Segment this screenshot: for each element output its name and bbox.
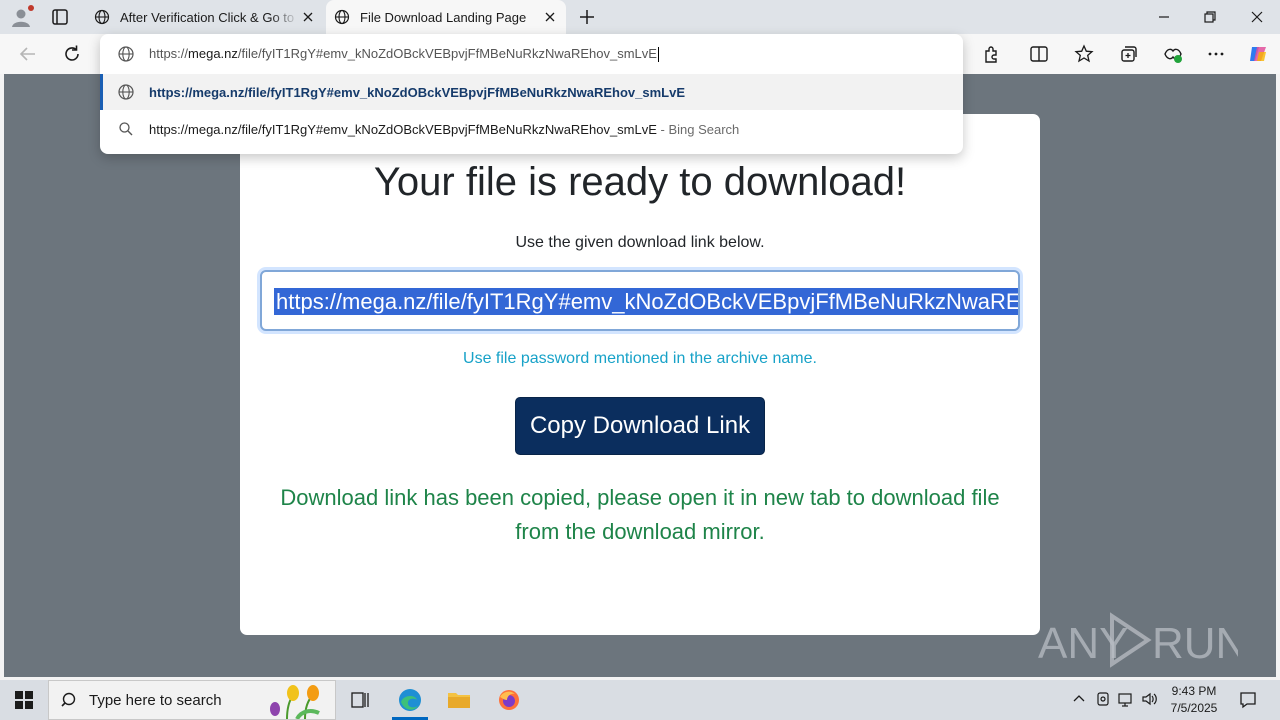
windows-logo-icon	[15, 691, 33, 709]
tab-after-verification[interactable]: After Verification Click & Go to Downloa…	[86, 0, 324, 34]
copy-download-link-button[interactable]: Copy Download Link	[515, 397, 765, 455]
globe-icon	[118, 84, 134, 100]
taskbar: Type here to search 9:43 PM 7/5/2025	[0, 680, 1280, 720]
flowers-decoration-icon	[270, 685, 320, 719]
close-tab-icon[interactable]	[298, 7, 318, 27]
taskbar-clock[interactable]: 9:43 PM 7/5/2025	[1158, 683, 1230, 717]
network-icon[interactable]	[1117, 690, 1135, 708]
svg-text:RUN: RUN	[1152, 619, 1238, 668]
download-link-field[interactable]: https://mega.nz/file/fyIT1RgY#emv_kNoZdO…	[260, 270, 1020, 331]
browser-essentials-icon[interactable]	[1162, 43, 1184, 65]
split-screen-icon[interactable]	[1028, 43, 1050, 65]
download-link-value[interactable]: https://mega.nz/file/fyIT1RgY#emv_kNoZdO…	[274, 288, 1018, 315]
folder-icon	[448, 693, 470, 708]
url-path: /file/fyIT1RgY#emv_kNoZdOBckVEBpvjFfMBeN…	[237, 45, 657, 61]
globe-icon	[334, 9, 350, 25]
close-window-icon[interactable]	[1247, 7, 1267, 27]
copied-confirmation: Download link has been copied, please op…	[280, 485, 1000, 544]
suggestion-search[interactable]: https://mega.nz/file/fyIT1RgY#emv_kNoZdO…	[100, 111, 963, 147]
minimize-icon[interactable]	[1154, 7, 1174, 27]
firefox-icon	[499, 690, 519, 710]
anyrun-watermark-logo: ANY RUN	[1038, 612, 1238, 668]
volume-icon[interactable]	[1141, 690, 1159, 708]
suggestion-provider: - Bing Search	[656, 121, 740, 137]
browser-viewport: Your file is ready to download! Use the …	[0, 74, 1280, 680]
page-title: Your file is ready to download!	[373, 160, 907, 204]
refresh-icon[interactable]	[61, 43, 83, 65]
taskbar-file-explorer[interactable]	[435, 680, 483, 720]
suggestion-query: https://mega.nz/file/fyIT1RgY#emv_kNoZdO…	[149, 121, 657, 137]
start-button[interactable]	[0, 680, 48, 720]
extensions-icon[interactable]	[980, 43, 1002, 65]
back-arrow-icon[interactable]	[17, 43, 39, 65]
url-scheme: https://	[149, 45, 189, 61]
address-input[interactable]: https://mega.nz/file/fyIT1RgY#emv_kNoZdO…	[149, 45, 659, 63]
page-background: Your file is ready to download! Use the …	[4, 74, 1276, 677]
close-tab-icon[interactable]	[540, 7, 560, 27]
password-hint: Use file password mentioned in the archi…	[463, 350, 817, 367]
address-bar-dropdown: https://mega.nz/file/fyIT1RgY#emv_kNoZdO…	[100, 34, 963, 154]
search-icon	[119, 122, 133, 136]
taskbar-firefox[interactable]	[485, 680, 533, 720]
address-bar[interactable]: https://mega.nz/file/fyIT1RgY#emv_kNoZdO…	[100, 36, 963, 72]
text-caret	[657, 47, 659, 63]
favorites-icon[interactable]	[1073, 43, 1095, 65]
security-icon[interactable]	[1094, 690, 1112, 708]
suggestion-text: https://mega.nz/file/fyIT1RgY#emv_kNoZdO…	[149, 122, 739, 137]
tab-title: After Verification Click & Go to Downloa…	[120, 9, 298, 25]
tab-strip: After Verification Click & Go to Downloa…	[0, 0, 1280, 34]
search-placeholder: Type here to search	[89, 691, 222, 709]
restore-icon[interactable]	[1200, 7, 1220, 27]
edge-icon	[399, 689, 421, 711]
tab-file-download-landing[interactable]: File Download Landing Page	[326, 0, 566, 34]
show-hidden-icons-icon[interactable]	[1070, 690, 1088, 708]
notification-center-icon[interactable]	[1238, 690, 1258, 710]
task-view-icon	[351, 692, 369, 708]
clock-date: 7/5/2025	[1170, 701, 1218, 715]
download-card: Your file is ready to download! Use the …	[240, 114, 1040, 635]
more-options-icon[interactable]	[1205, 43, 1227, 65]
tab-title: File Download Landing Page	[360, 9, 527, 25]
taskbar-edge[interactable]	[386, 680, 434, 720]
taskbar-search-box[interactable]: Type here to search	[48, 680, 336, 720]
tab-actions-icon[interactable]	[50, 7, 70, 27]
instruction-text: Use the given download link below.	[515, 234, 765, 251]
copilot-icon[interactable]	[1247, 43, 1269, 65]
clock-time: 9:43 PM	[1171, 684, 1217, 698]
new-tab-icon[interactable]	[577, 7, 597, 27]
suggestion-text: https://mega.nz/file/fyIT1RgY#emv_kNoZdO…	[149, 84, 686, 100]
collections-icon[interactable]	[1118, 43, 1140, 65]
url-host: mega.nz	[188, 45, 238, 61]
profile-notification-dot	[28, 5, 34, 11]
suggestion-url[interactable]: https://mega.nz/file/fyIT1RgY#emv_kNoZdO…	[100, 74, 963, 110]
task-view-button[interactable]	[336, 680, 384, 720]
globe-icon	[118, 46, 134, 62]
search-icon	[61, 692, 76, 707]
globe-icon	[94, 9, 110, 25]
